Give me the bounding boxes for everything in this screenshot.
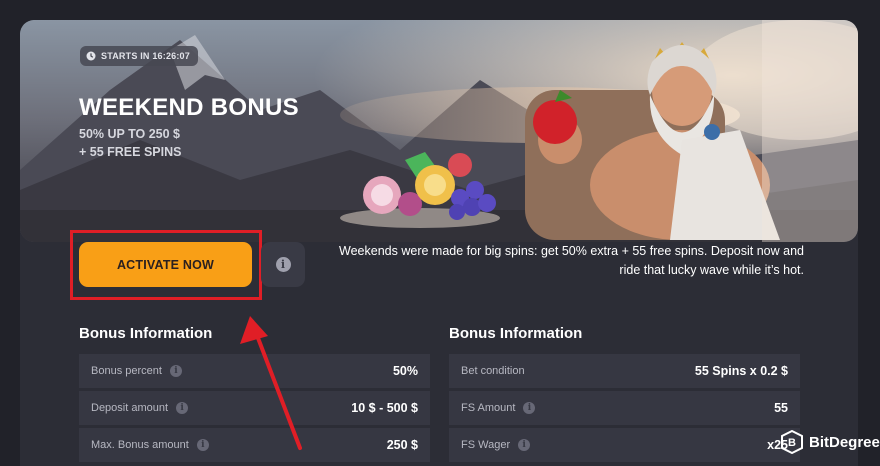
watermark-text: BitDegree bbox=[809, 433, 880, 451]
annotation-arrow bbox=[240, 316, 302, 450]
bitdegree-watermark: B BitDegree bbox=[781, 430, 880, 454]
bitdegree-logo: B bbox=[781, 430, 803, 454]
svg-text:B: B bbox=[788, 437, 796, 449]
